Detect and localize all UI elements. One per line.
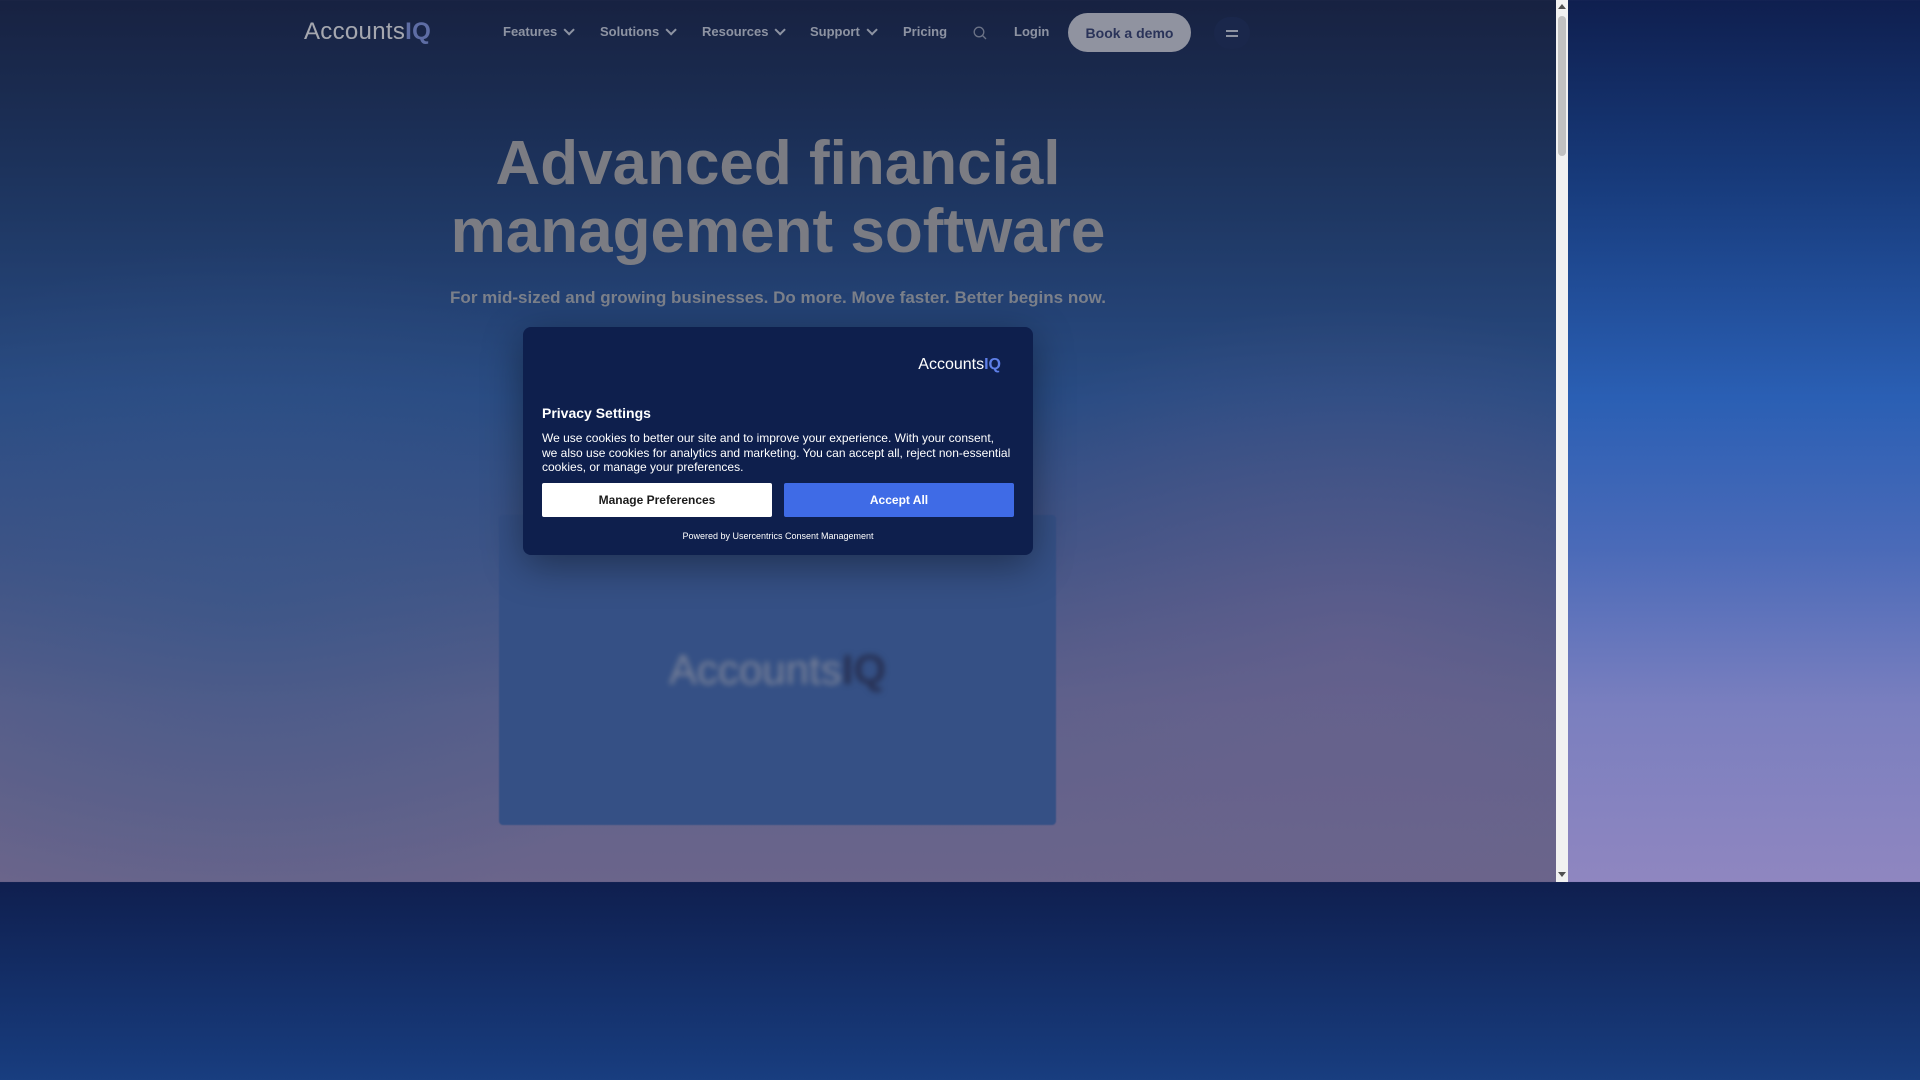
- page: AccountsIQ Features Solutions Resources …: [0, 0, 1556, 882]
- consent-logo-iq: IQ: [984, 356, 1001, 373]
- scroll-thumb[interactable]: [1558, 16, 1566, 156]
- consent-title: Privacy Settings: [542, 405, 651, 421]
- consent-logo: AccountsIQ: [918, 356, 1001, 374]
- privacy-consent-dialog: AccountsIQ Privacy Settings We use cooki…: [523, 327, 1033, 555]
- accept-all-button[interactable]: Accept All: [784, 483, 1014, 517]
- scroll-up-arrow-icon[interactable]: [1558, 4, 1566, 9]
- consent-body: We use cookies to better our site and to…: [542, 431, 1011, 474]
- consent-logo-text: Accounts: [918, 356, 985, 373]
- manage-preferences-button[interactable]: Manage Preferences: [542, 483, 772, 517]
- scrollbar[interactable]: [1556, 0, 1568, 882]
- scroll-down-arrow-icon[interactable]: [1558, 872, 1566, 877]
- powered-by-text[interactable]: Powered by Usercentrics Consent Manageme…: [523, 531, 1033, 541]
